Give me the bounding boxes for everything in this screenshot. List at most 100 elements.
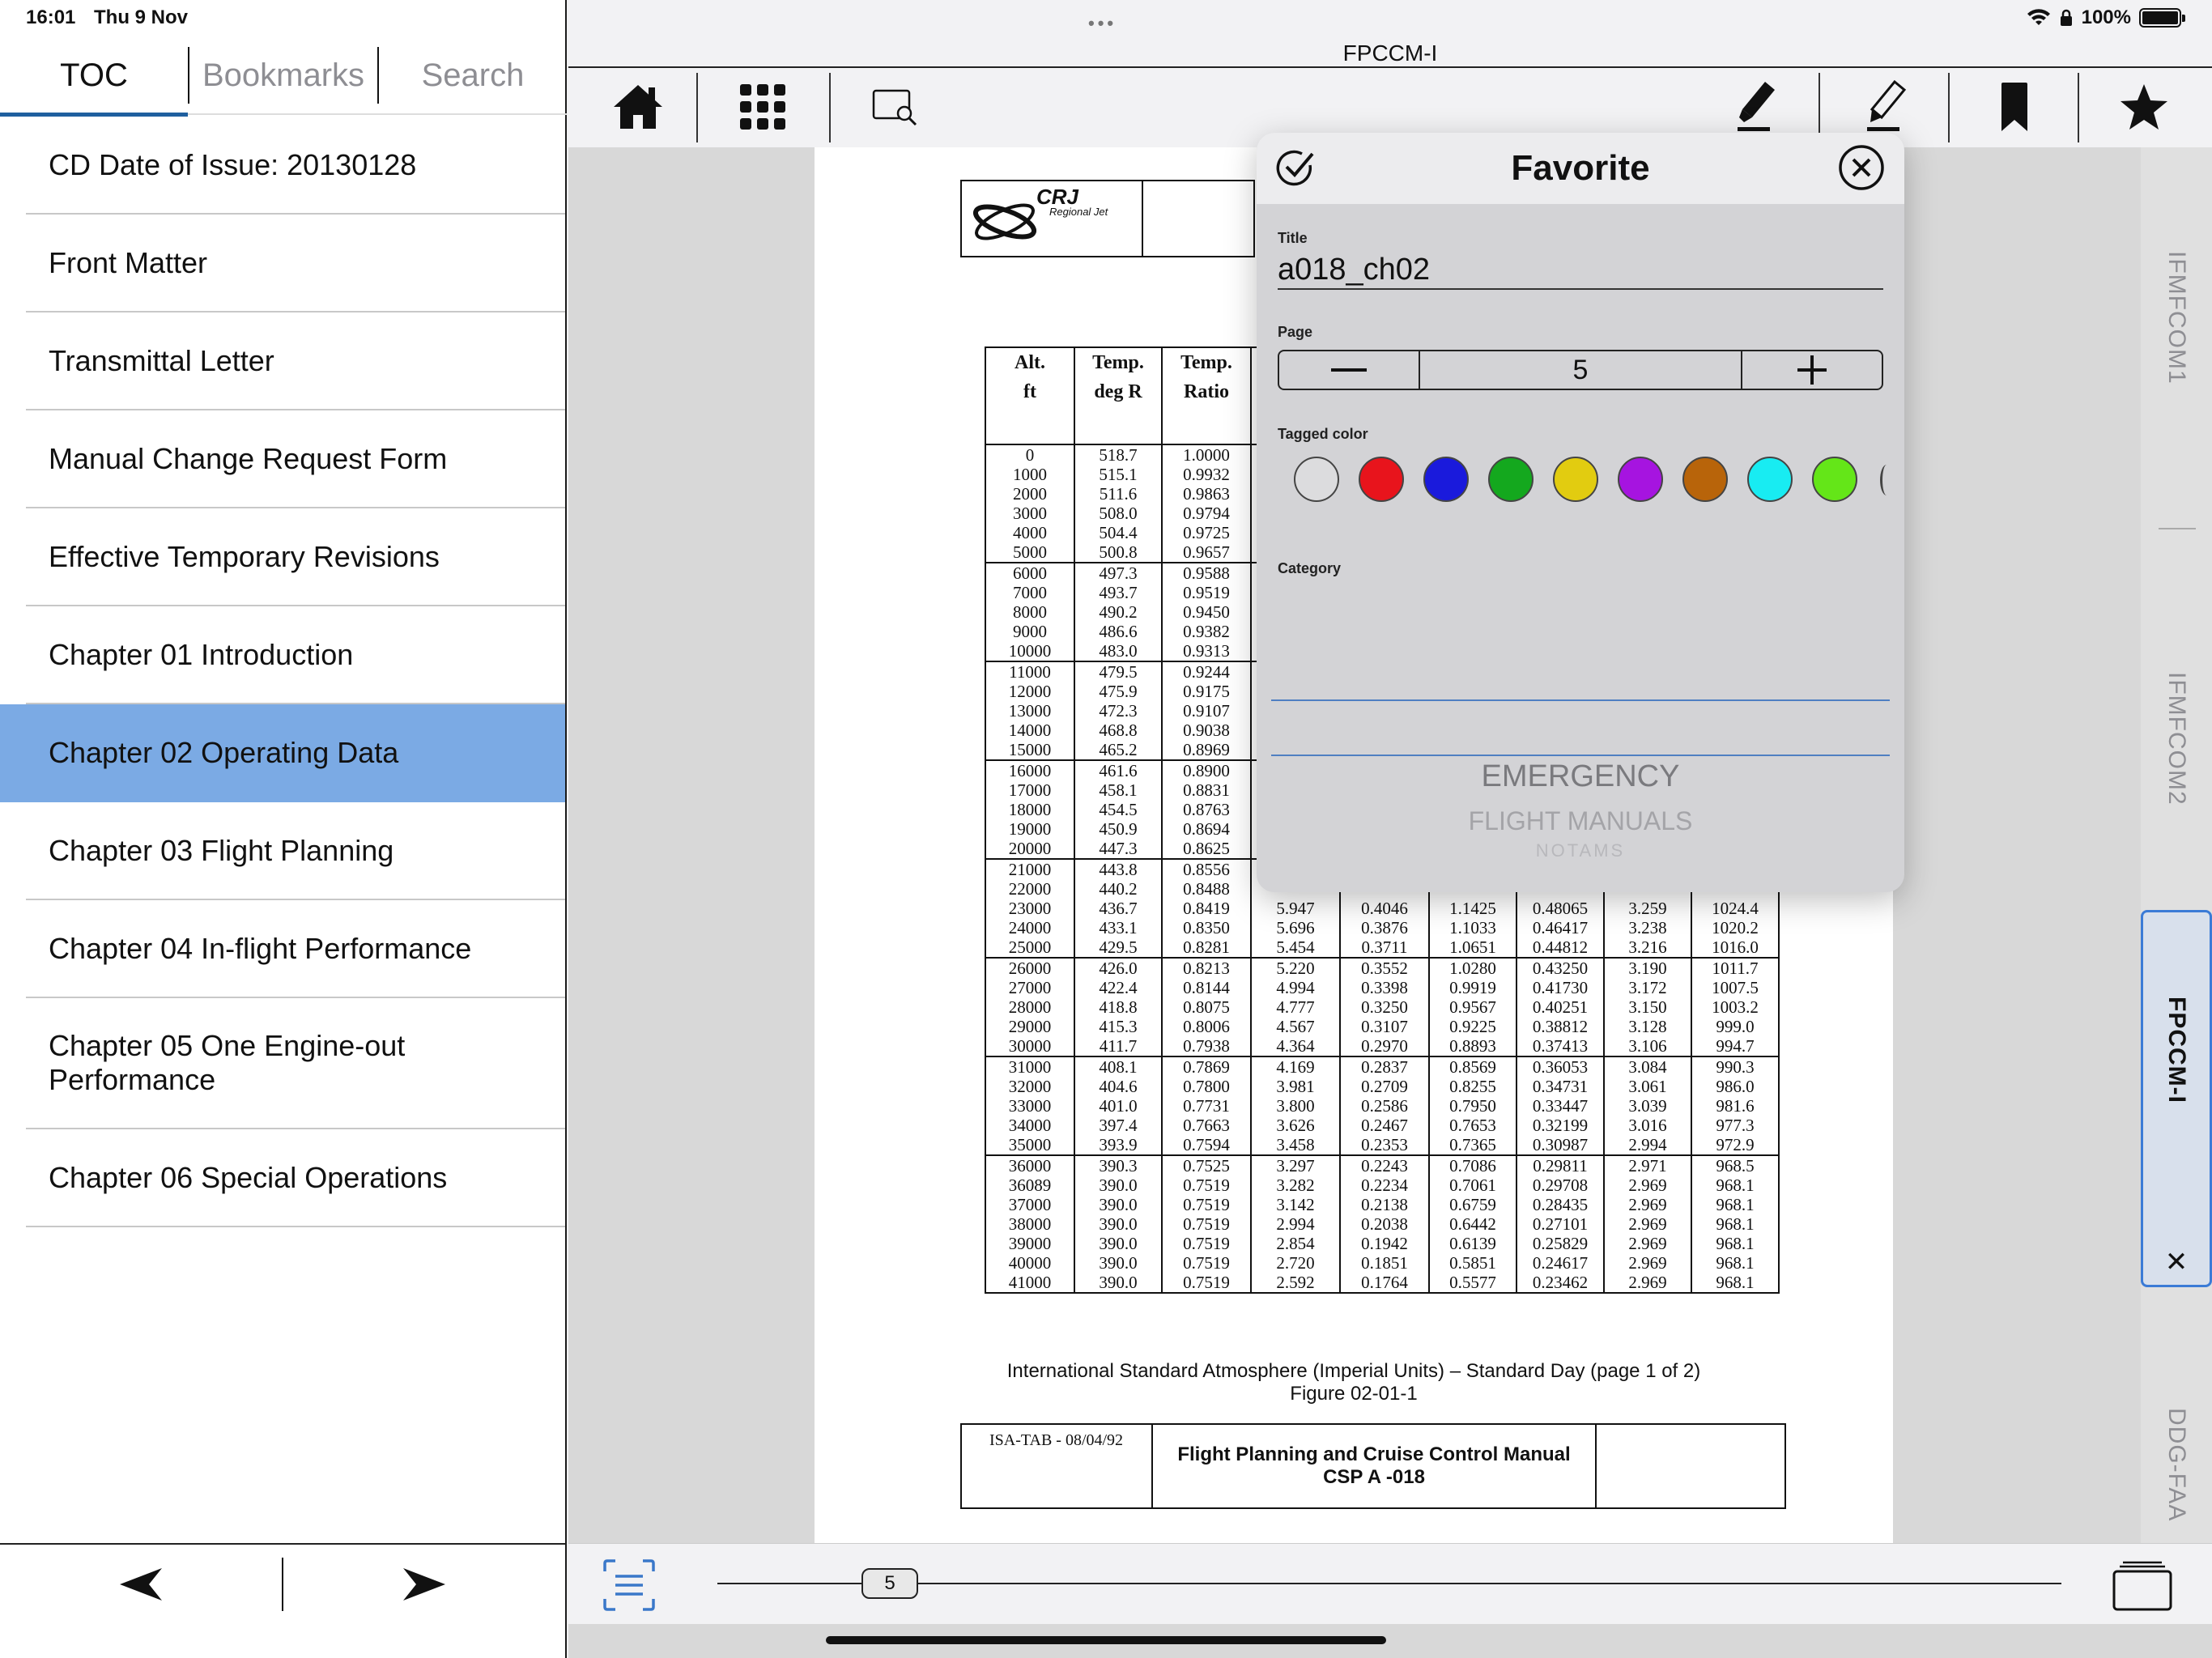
toc-item[interactable]: Chapter 05 One Engine-out Performance [26,998,565,1129]
table-cell: 32000 [985,1077,1075,1096]
table-row: 39000 390.0 0.7519 2.854 0.1942 0.6139 0.25829… [985,1234,1780,1253]
doc-tab-ifmfcom1[interactable]: IFMFCOM1 [2141,196,2212,439]
bookmark-button[interactable] [1950,70,2079,144]
table-cell: 0.8075 [1161,997,1252,1017]
table-cell: 0.7519 [1161,1195,1252,1214]
highlighter-icon [1738,82,1775,131]
color-swatch[interactable] [1618,457,1663,502]
toc-item[interactable]: Front Matter [26,215,565,312]
table-row: 40000 390.0 0.7519 2.720 0.1851 0.5851 0.24617… [985,1253,1780,1273]
table-cell: 0.7663 [1161,1116,1252,1135]
find-in-page-button[interactable] [831,70,960,144]
color-swatch[interactable] [1812,457,1857,502]
color-swatch[interactable] [1682,457,1728,502]
color-swatch[interactable] [1747,457,1793,502]
table-cell: 0.32199 [1516,1116,1605,1135]
window-button[interactable] [2112,1560,2173,1616]
table-cell: 2.592 [1250,1273,1341,1294]
thumbnails-button[interactable] [602,1558,656,1616]
table-cell: 981.6 [1691,1096,1780,1116]
table-cell: 450.9 [1074,819,1163,839]
table-cell: 458.1 [1074,780,1163,800]
table-cell: 5.696 [1250,918,1341,937]
grid-button[interactable] [698,70,827,144]
color-swatch-partial[interactable] [1880,465,1893,495]
table-cell: 3.016 [1603,1116,1692,1135]
table-cell: 6000 [985,562,1075,583]
close-button[interactable] [1838,144,1885,200]
color-swatch[interactable] [1423,457,1469,502]
doc-tab-ddg-faa[interactable]: DDG-FAA [2141,1386,2212,1543]
toc-item-selected[interactable]: Chapter 02 Operating Data [0,704,565,802]
table-cell: 3.084 [1603,1056,1692,1077]
table-cell: 490.2 [1074,602,1163,622]
table-cell: 2.969 [1603,1214,1692,1234]
table-cell: 26000 [985,957,1075,978]
favorite-button[interactable] [2079,70,2209,144]
color-swatch[interactable] [1553,457,1598,502]
doc-tab-fpccm-i[interactable]: FPCCM-I ✕ [2141,910,2212,1287]
toc-item[interactable]: Transmittal Letter [26,312,565,410]
table-cell: 0.9919 [1428,978,1517,997]
table-row: 26000 426.0 0.8213 5.220 0.3552 1.0280 0.43250… [985,957,1780,978]
toc-item[interactable]: Chapter 06 Special Operations [26,1129,565,1227]
table-cell: 0.23462 [1516,1273,1605,1294]
table-cell: 1016.0 [1691,937,1780,958]
increment-button[interactable] [1742,351,1882,389]
color-swatch[interactable] [1359,457,1404,502]
toc-item[interactable]: Manual Change Request Form [26,410,565,508]
table-row: 28000 418.8 0.8075 4.777 0.3250 0.9567 0.40251… [985,997,1780,1017]
table-cell: 0.1851 [1339,1253,1430,1273]
table-cell: 0.38812 [1516,1017,1605,1036]
table-cell: 20000 [985,839,1075,859]
tab-search[interactable]: Search [379,37,567,113]
home-indicator[interactable] [826,1636,1386,1644]
home-button[interactable] [573,70,703,144]
minus-icon [1331,368,1367,372]
table-cell: 0.25829 [1516,1234,1605,1253]
close-tab-icon[interactable]: ✕ [2143,1246,2210,1278]
toc-item[interactable]: Chapter 03 Flight Planning [26,802,565,900]
table-cell: 472.3 [1074,701,1163,721]
manual-logo: CRJ Regional Jet [960,180,1143,257]
confirm-button[interactable] [1274,147,1317,198]
page-value[interactable]: 5 [1419,351,1742,389]
category-option[interactable]: EMERGENCY [1257,759,1904,794]
table-cell: 3.190 [1603,957,1692,978]
color-swatch[interactable] [1488,457,1534,502]
decrement-button[interactable] [1279,351,1419,389]
table-cell: 515.1 [1074,465,1163,484]
category-option[interactable]: FLIGHT MANUALS [1257,806,1904,836]
toc-item[interactable]: Chapter 01 Introduction [26,606,565,704]
table-cell: 479.5 [1074,661,1163,682]
category-option[interactable]: NOTAMS [1257,840,1904,861]
page-slider-thumb[interactable]: 5 [861,1568,918,1599]
table-cell: 393.9 [1074,1135,1163,1155]
page-slider-track[interactable] [717,1583,2061,1584]
table-cell: 35000 [985,1135,1075,1155]
toc-item[interactable]: Effective Temporary Revisions [26,508,565,606]
doc-tab-ifmfcom2[interactable]: IFMFCOM2 [2141,617,2212,860]
table-cell: 968.1 [1691,1195,1780,1214]
table-cell: 401.0 [1074,1096,1163,1116]
table-row: 38000 390.0 0.7519 2.994 0.2038 0.6442 0.27101… [985,1214,1780,1234]
table-cell: 390.3 [1074,1154,1163,1175]
toc-item[interactable]: Chapter 04 In-flight Performance [26,900,565,998]
table-cell: 0.8419 [1161,899,1252,918]
multitasking-dots-icon[interactable]: ••• [1088,13,1117,34]
tab-toc[interactable]: TOC [0,37,188,117]
toc-item[interactable]: CD Date of Issue: 20130128 [26,117,565,215]
next-button[interactable] [283,1545,565,1624]
navigation-panel: TOC Bookmarks Search CD Date of Issue: 2… [0,0,567,1658]
table-cell: 0.7869 [1161,1056,1252,1077]
table-cell: 390.0 [1074,1214,1163,1234]
color-swatch[interactable] [1294,457,1339,502]
tab-bookmarks[interactable]: Bookmarks [189,37,377,113]
previous-button[interactable] [0,1545,282,1624]
table-cell: 483.0 [1074,641,1163,661]
title-input[interactable]: a018_ch02 [1278,253,1883,290]
table-header-alt: Alt. ft [985,346,1075,445]
table-cell: 1007.5 [1691,978,1780,997]
table-cell: 3000 [985,504,1075,523]
table-cell: 518.7 [1074,444,1163,465]
